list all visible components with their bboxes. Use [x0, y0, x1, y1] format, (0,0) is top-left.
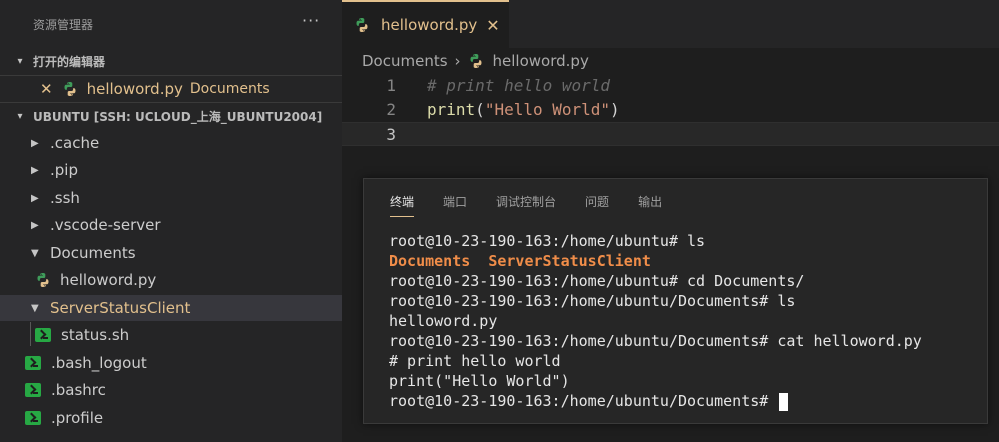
chevron-down-icon: ▾ [17, 110, 23, 122]
line-number: 2 [386, 100, 396, 119]
tab-label: helloword.py [381, 16, 478, 34]
terminal-dir-entry: ServerStatusClient [488, 252, 651, 270]
editor-tab-bar: helloword.py ✕ [342, 0, 999, 48]
terminal-line: root@10-23-190-163:/home/ubuntu/Document… [389, 332, 922, 350]
tree-item-bashrc[interactable]: .bashrc [0, 377, 342, 403]
tree-item-label: .bash_logout [51, 354, 147, 372]
breadcrumb: Documents › helloword.py [362, 50, 589, 72]
tab-helloword[interactable]: helloword.py ✕ [342, 0, 509, 48]
tree-item-label: .cache [50, 134, 100, 152]
code-line-2: 2 print("Hello World") [342, 98, 999, 122]
explorer-sidebar: 资源管理器 ··· ▾ 打开的编辑器 ✕ helloword.py Docume… [0, 0, 342, 442]
chevron-down-icon: ▼ [31, 247, 39, 259]
tree-item-label: status.sh [61, 326, 130, 344]
terminal-dir-entry: Documents [389, 252, 471, 270]
terminal-line: # print hello world [389, 352, 561, 370]
tree-item-ssh[interactable]: ▶ .ssh [0, 185, 342, 211]
python-file-icon [64, 82, 76, 96]
tab-ports[interactable]: 端口 [443, 193, 467, 217]
workspace-section-header[interactable]: ▾ UBUNTU [SSH: UCLOUD_上海_UBUNTU2004] [0, 103, 342, 129]
panel-tabs: 终端 端口 调试控制台 问题 输出 [390, 193, 691, 217]
tree-item-label: .ssh [50, 189, 80, 207]
terminal-cursor [779, 392, 789, 411]
chevron-right-icon: ▶ [31, 164, 39, 176]
tab-output[interactable]: 输出 [638, 193, 662, 217]
chevron-down-icon: ▾ [17, 55, 23, 67]
tab-problems[interactable]: 问题 [585, 193, 609, 217]
chevron-right-icon: ▶ [31, 137, 39, 149]
tree-item-label: helloword.py [60, 271, 157, 289]
terminal-line: root@10-23-190-163:/home/ubuntu# cd Docu… [389, 272, 805, 290]
chevron-right-icon: ▶ [31, 219, 39, 231]
tree-item-helloword[interactable]: helloword.py [0, 267, 342, 293]
terminal-prompt-line: root@10-23-190-163:/home/ubuntu/Document… [389, 391, 922, 411]
terminal-output[interactable]: root@10-23-190-163:/home/ubuntu# ls Docu… [389, 231, 922, 411]
python-file-icon [356, 18, 368, 32]
code-line-1: 1 # print hello world [342, 74, 999, 98]
code-paren-close: ) [610, 100, 620, 119]
chevron-right-icon: ▶ [31, 192, 39, 204]
terminal-line: helloword.py [389, 312, 498, 330]
tree-item-bash-logout[interactable]: .bash_logout [0, 350, 342, 376]
code-line-3: 3 [342, 122, 999, 146]
python-file-icon [470, 54, 482, 68]
open-editor-item[interactable]: ✕ helloword.py Documents [0, 75, 342, 103]
terminal-panel: 终端 端口 调试控制台 问题 输出 root@10-23-190-163:/ho… [363, 178, 988, 424]
open-editor-file-dir: Documents [189, 81, 270, 97]
tree-item-label: .pip [50, 161, 78, 179]
shell-file-icon [25, 383, 41, 397]
workspace-label: UBUNTU [SSH: UCLOUD_上海_UBUNTU2004] [33, 109, 323, 124]
chevron-down-icon: ▼ [31, 302, 39, 314]
tab-debug-console[interactable]: 调试控制台 [496, 193, 556, 217]
terminal-line: Documents ServerStatusClient [389, 251, 922, 271]
explorer-title: 资源管理器 [33, 18, 94, 32]
open-editors-section-header[interactable]: ▾ 打开的编辑器 [0, 48, 342, 74]
tree-item-serverstatusclient[interactable]: ▼ ServerStatusClient [0, 295, 342, 321]
terminal-line: print("Hello World") [389, 372, 570, 390]
breadcrumb-folder[interactable]: Documents [362, 52, 448, 70]
python-file-icon [37, 273, 49, 287]
tree-item-profile[interactable]: .profile [0, 405, 342, 431]
shell-file-icon [25, 411, 41, 425]
code-function: print [427, 100, 476, 119]
open-editors-label: 打开的编辑器 [33, 54, 106, 69]
terminal-line: root@10-23-190-163:/home/ubuntu/Document… [389, 292, 796, 310]
breadcrumb-separator-icon: › [454, 52, 461, 70]
tree-item-cache[interactable]: ▶ .cache [0, 130, 342, 156]
close-editor-icon[interactable]: ✕ [40, 80, 53, 98]
line-number: 1 [386, 76, 396, 95]
code-paren-open: ( [475, 100, 485, 119]
open-editor-file-name: helloword.py [86, 80, 183, 98]
line-number: 3 [386, 125, 396, 144]
code-comment: # print hello world [427, 76, 611, 95]
tree-item-label: .vscode-server [50, 216, 161, 234]
more-actions-icon[interactable]: ··· [302, 11, 320, 30]
code-string: "Hello World" [484, 100, 611, 119]
tree-item-vscode-server[interactable]: ▶ .vscode-server [0, 212, 342, 238]
tree-item-status-sh[interactable]: status.sh [0, 322, 342, 348]
tree-item-label: .profile [51, 409, 104, 427]
explorer-header: 资源管理器 ··· [0, 0, 342, 48]
terminal-line: root@10-23-190-163:/home/ubuntu# ls [389, 232, 706, 250]
terminal-prompt: root@10-23-190-163:/home/ubuntu/Document… [389, 392, 778, 410]
shell-file-icon [35, 328, 51, 342]
tree-item-documents[interactable]: ▼ Documents [0, 240, 342, 266]
close-tab-icon[interactable]: ✕ [486, 16, 499, 35]
tree-item-label: .bashrc [51, 381, 106, 399]
tree-item-label: Documents [50, 244, 136, 262]
shell-file-icon [25, 356, 41, 370]
tree-item-pip[interactable]: ▶ .pip [0, 157, 342, 183]
breadcrumb-file[interactable]: helloword.py [493, 52, 589, 70]
code-editor[interactable]: 1 # print hello world 2 print("Hello Wor… [342, 74, 999, 146]
tab-terminal[interactable]: 终端 [390, 193, 415, 217]
tree-item-label: ServerStatusClient [50, 299, 191, 317]
